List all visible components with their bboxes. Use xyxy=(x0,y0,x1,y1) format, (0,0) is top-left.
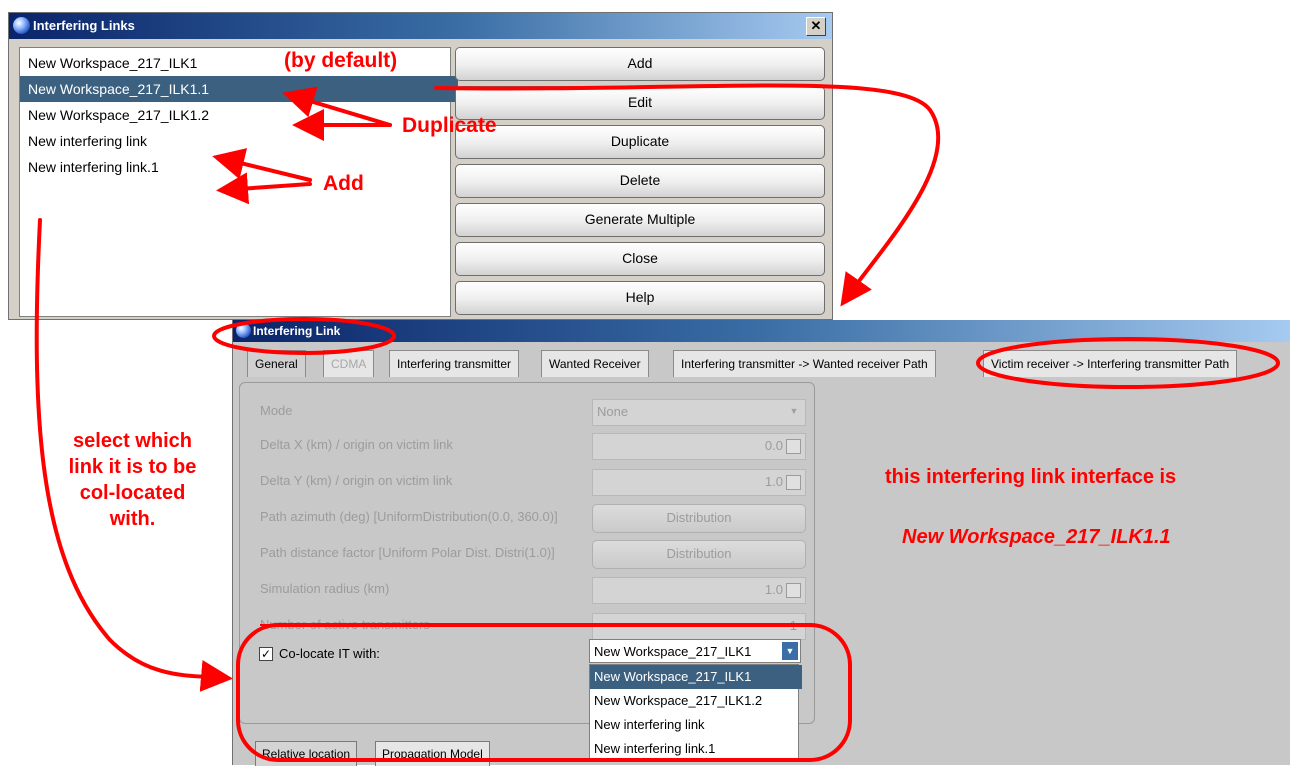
annotation-interface-note: this interfering link interface is xyxy=(885,466,1177,488)
colocate-combobox[interactable]: New Workspace_217_ILK1 ▼ xyxy=(589,639,801,663)
annotation-add: Add xyxy=(323,172,364,195)
path-distance-distribution-button: Distribution xyxy=(592,540,806,569)
active-transmitters-value: 1 xyxy=(789,618,797,633)
active-transmitters-field: 1 xyxy=(592,613,806,640)
annotation-select-line: link it is to be xyxy=(68,456,197,478)
help-button[interactable]: Help xyxy=(455,281,825,315)
tab-cdma: CDMA xyxy=(323,350,375,377)
edit-button[interactable]: Edit xyxy=(455,86,825,120)
annotation-select-line: select which xyxy=(73,430,192,452)
delta-y-value: 1.0 xyxy=(764,474,783,489)
mode-select: None ▼ xyxy=(592,399,806,426)
links-window-titlebar[interactable]: Interfering Links ✕ xyxy=(9,13,832,39)
colocate-checkbox[interactable]: ✓ xyxy=(259,647,273,661)
list-item[interactable]: New Workspace_217_ILK1.2 xyxy=(20,102,458,128)
generate-multiple-button[interactable]: Generate Multiple xyxy=(455,203,825,237)
dropdown-option[interactable]: New interfering link xyxy=(590,713,802,737)
delta-x-field: 0.0 xyxy=(592,433,806,460)
tab-relative-location[interactable]: Relative location xyxy=(255,741,358,766)
calculator-icon xyxy=(786,475,801,490)
list-item[interactable]: New interfering link xyxy=(20,128,458,154)
tab-interfering-transmitter[interactable]: Interfering transmitter xyxy=(389,350,520,377)
duplicate-button[interactable]: Duplicate xyxy=(455,125,825,159)
interfering-links-list[interactable]: New Workspace_217_ILK1 New Workspace_217… xyxy=(19,47,458,317)
sim-radius-value: 1.0 xyxy=(764,582,783,597)
tab-propagation-model[interactable]: Propagation Model xyxy=(375,741,490,766)
dropdown-option[interactable]: New Workspace_217_ILK1 xyxy=(590,665,802,689)
tab-general[interactable]: General xyxy=(247,350,306,377)
app-globe-icon xyxy=(13,17,30,34)
annotation-select-line: with. xyxy=(109,508,156,530)
annotation-duplicate: Duplicate xyxy=(402,114,497,137)
annotation-interface-name: New Workspace_217_ILK1.1 xyxy=(902,526,1171,548)
links-window-title: Interfering Links xyxy=(33,18,135,33)
tab-vr-it-path[interactable]: Victim receiver -> Interfering transmitt… xyxy=(983,350,1238,377)
annotation-select-line: col-located xyxy=(79,482,186,504)
app-globe-icon xyxy=(236,323,251,338)
delete-button[interactable]: Delete xyxy=(455,164,825,198)
tab-it-wr-path[interactable]: Interfering transmitter -> Wanted receiv… xyxy=(673,350,936,377)
calculator-icon xyxy=(786,439,801,454)
annotation-select-note: select which link it is to be col-locate… xyxy=(40,428,225,532)
mode-value: None xyxy=(597,404,629,419)
colocate-value: New Workspace_217_ILK1 xyxy=(594,644,752,659)
add-button[interactable]: Add xyxy=(455,47,825,81)
list-item[interactable]: New interfering link.1 xyxy=(20,154,458,180)
dropdown-option[interactable]: New Workspace_217_ILK1.2 xyxy=(590,689,802,713)
path-azimuth-distribution-button: Distribution xyxy=(592,504,806,533)
link-window-title: Interfering Link xyxy=(253,324,341,338)
link-window-titlebar[interactable]: Interfering Link xyxy=(233,320,1290,342)
delta-y-label: Delta Y (km) / origin on victim link xyxy=(260,473,453,488)
colocate-label: Co-locate IT with: xyxy=(279,646,380,661)
annotation-by-default: (by default) xyxy=(284,49,398,72)
delta-x-value: 0.0 xyxy=(764,438,783,453)
close-icon[interactable]: ✕ xyxy=(806,17,826,36)
delta-x-label: Delta X (km) / origin on victim link xyxy=(260,437,453,452)
calculator-icon xyxy=(786,583,801,598)
path-azimuth-label: Path azimuth (deg) [UniformDistribution(… xyxy=(260,509,558,524)
active-transmitters-label: Number of active transmitters xyxy=(260,617,430,632)
sim-radius-label: Simulation radius (km) xyxy=(260,581,390,596)
tab-wanted-receiver[interactable]: Wanted Receiver xyxy=(541,350,649,377)
sim-radius-field: 1.0 xyxy=(592,577,806,604)
interfering-links-window: Interfering Links ✕ New Workspace_217_IL… xyxy=(8,12,833,320)
delta-y-field: 1.0 xyxy=(592,469,806,496)
chevron-down-icon[interactable]: ▼ xyxy=(782,642,798,660)
path-distance-label: Path distance factor [Uniform Polar Dist… xyxy=(260,545,555,560)
dropdown-option[interactable]: New interfering link.1 xyxy=(590,737,802,761)
chevron-down-icon: ▼ xyxy=(789,406,799,416)
list-item-selected[interactable]: New Workspace_217_ILK1.1 xyxy=(20,76,458,102)
close-button[interactable]: Close xyxy=(455,242,825,276)
mode-label: Mode xyxy=(260,403,293,418)
colocate-dropdown-list[interactable]: New Workspace_217_ILK1 New Workspace_217… xyxy=(589,664,802,761)
